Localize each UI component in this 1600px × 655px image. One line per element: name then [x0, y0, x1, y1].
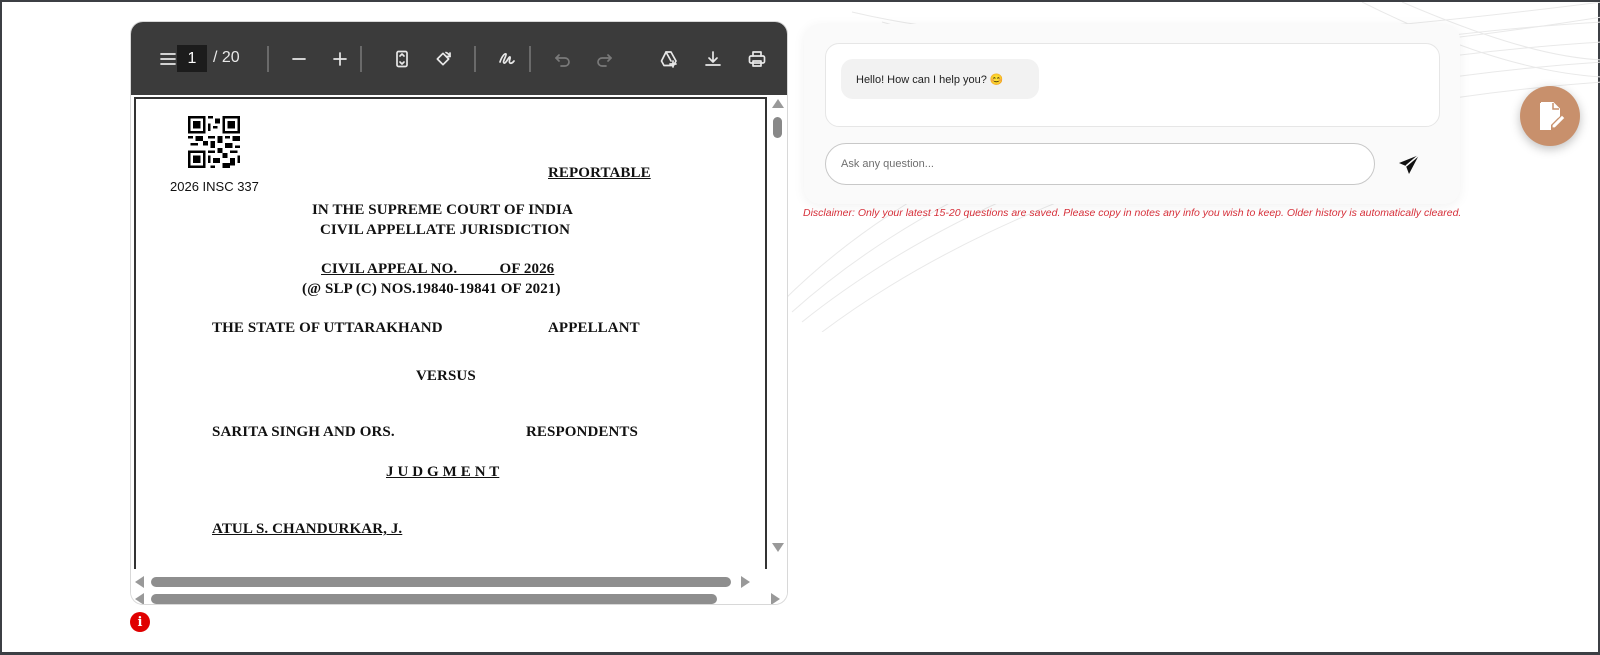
viewer-horizontal-scrollbar[interactable]	[131, 591, 787, 604]
rotate-icon[interactable]	[429, 45, 457, 73]
scroll-right-arrow[interactable]	[741, 576, 750, 588]
appellant-name: THE STATE OF UTTARAKHAND	[212, 320, 443, 336]
undo-icon[interactable]	[549, 45, 577, 73]
chat-messages: Hello! How can I help you? 😊	[825, 43, 1440, 127]
fit-page-icon[interactable]	[388, 45, 416, 73]
scroll-left-arrow[interactable]	[135, 576, 144, 588]
assistant-message: Hello! How can I help you? 😊	[841, 59, 1039, 99]
appeal-number: CIVIL APPEAL NO. OF 2026	[321, 261, 555, 277]
save-to-drive-icon[interactable]	[655, 45, 683, 73]
citation-text: 2026 INSC 337	[170, 179, 259, 194]
page-total: / 20	[213, 49, 240, 66]
vertical-scrollbar[interactable]	[770, 97, 784, 557]
toolbar-divider	[474, 46, 476, 72]
page-horizontal-scroll-thumb[interactable]	[151, 577, 731, 587]
minus-icon[interactable]	[285, 45, 313, 73]
chat-input[interactable]	[825, 143, 1375, 185]
page-number-input[interactable]: 1	[177, 45, 207, 72]
respondent-name: SARITA SINGH AND ORS.	[212, 424, 395, 440]
toolbar-divider	[267, 46, 269, 72]
draw-icon[interactable]	[493, 45, 521, 73]
appellant-label: APPELLANT	[548, 320, 640, 336]
edit-note-icon[interactable]	[1520, 86, 1580, 146]
judgment-heading: J U D G M E N T	[386, 464, 500, 480]
document-area[interactable]: 2026 INSC 337 REPORTABLE IN THE SUPREME …	[131, 95, 787, 604]
chat-disclaimer: Disclaimer: Only your latest 15-20 quest…	[803, 207, 1462, 219]
slp-number: (@ SLP (C) NOS.19840-19841 OF 2021)	[302, 281, 561, 297]
pdf-toolbar: 1 / 20	[131, 22, 787, 95]
versus-text: VERSUS	[416, 368, 476, 384]
reportable-heading: REPORTABLE	[548, 165, 651, 181]
scroll-left-arrow[interactable]	[135, 593, 144, 604]
toolbar-divider	[360, 46, 362, 72]
viewer-horizontal-scroll-thumb[interactable]	[151, 594, 717, 604]
redo-icon[interactable]	[590, 45, 618, 73]
pdf-viewer: 1 / 20 2026 INSC 337 REPORTABLE IN THE S…	[131, 22, 787, 604]
scroll-up-arrow[interactable]	[772, 99, 784, 108]
court-heading: IN THE SUPREME COURT OF INDIA	[312, 202, 573, 218]
chat-panel: Hello! How can I help you? 😊	[804, 24, 1460, 204]
respondent-label: RESPONDENTS	[526, 424, 638, 440]
qr-code	[188, 116, 240, 168]
document-page: 2026 INSC 337 REPORTABLE IN THE SUPREME …	[134, 97, 767, 569]
plus-icon[interactable]	[326, 45, 354, 73]
info-icon[interactable]: i	[130, 612, 150, 632]
scroll-down-arrow[interactable]	[772, 543, 784, 552]
send-icon[interactable]	[1394, 150, 1424, 180]
toolbar-divider	[529, 46, 531, 72]
judge-name: ATUL S. CHANDURKAR, J.	[212, 521, 403, 537]
vertical-scroll-thumb[interactable]	[773, 117, 782, 138]
scroll-right-arrow[interactable]	[771, 593, 780, 604]
download-icon[interactable]	[699, 45, 727, 73]
page-horizontal-scrollbar[interactable]	[131, 574, 787, 590]
print-icon[interactable]	[743, 45, 771, 73]
jurisdiction-heading: CIVIL APPELLATE JURISDICTION	[320, 222, 571, 238]
